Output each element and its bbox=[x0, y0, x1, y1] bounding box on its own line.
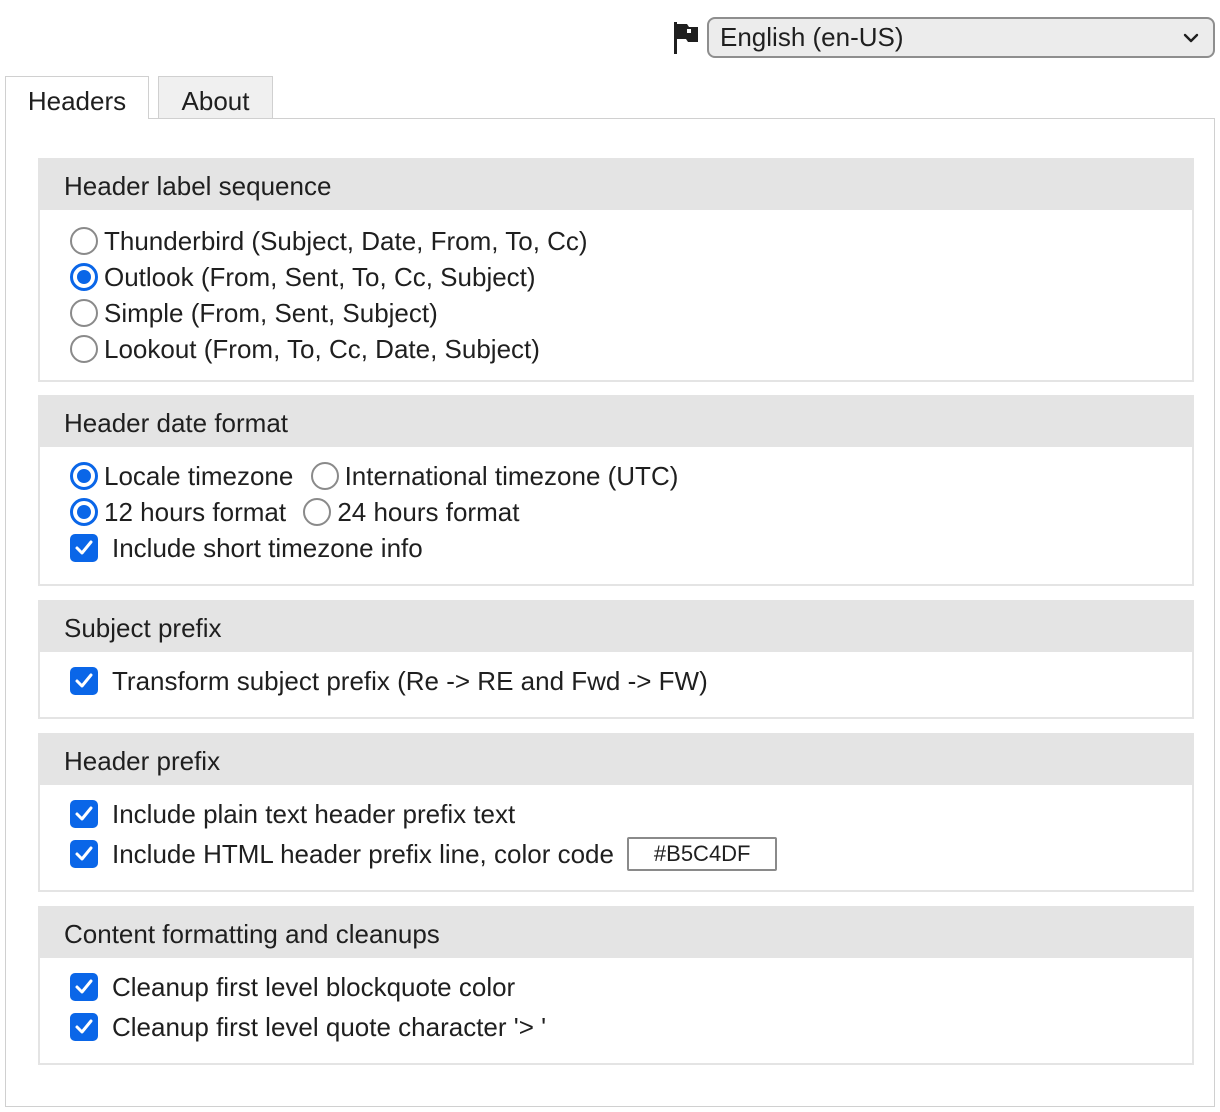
tab-headers[interactable]: Headers bbox=[5, 76, 149, 119]
radio-option-outlook[interactable]: Outlook (From, Sent, To, Cc, Subject) bbox=[70, 260, 536, 294]
radio-option-locale-timezone[interactable]: Locale timezone bbox=[70, 459, 293, 493]
radio-button[interactable] bbox=[310, 462, 339, 490]
headers-panel: Header label sequence Thunderbird (Subje… bbox=[5, 118, 1215, 1107]
radio-option-thunderbird[interactable]: Thunderbird (Subject, Date, From, To, Cc… bbox=[70, 224, 588, 258]
section-content-formatting: Content formatting and cleanups Cleanup … bbox=[38, 906, 1194, 1065]
checkmark-icon bbox=[75, 979, 93, 994]
chevron-down-icon bbox=[1183, 33, 1199, 43]
radio-label: Simple (From, Sent, Subject) bbox=[104, 298, 438, 328]
section-title: Header label sequence bbox=[40, 160, 1192, 210]
checkbox-label: Include plain text header prefix text bbox=[112, 799, 516, 829]
radio-button[interactable] bbox=[70, 227, 98, 255]
radio-option-12-hours[interactable]: 12 hours format bbox=[70, 495, 286, 529]
radio-button[interactable] bbox=[70, 335, 98, 363]
section-date-format: Header date format Locale timezone Inter… bbox=[38, 395, 1194, 586]
radio-button-selected[interactable] bbox=[70, 263, 98, 291]
checkbox-checked[interactable] bbox=[70, 800, 98, 828]
checkbox-label: Cleanup first level blockquote color bbox=[112, 972, 516, 1002]
language-select-value: English (en-US) bbox=[720, 22, 904, 52]
language-select[interactable]: English (en-US) bbox=[707, 17, 1215, 58]
checkbox-short-timezone[interactable]: Include short timezone info bbox=[70, 531, 423, 565]
checkbox-checked[interactable] bbox=[70, 667, 98, 695]
checkbox-checked[interactable] bbox=[70, 534, 98, 562]
radio-button[interactable] bbox=[70, 299, 98, 327]
checkbox-plain-header-prefix[interactable]: Include plain text header prefix text bbox=[70, 797, 515, 831]
checkmark-icon bbox=[75, 1019, 93, 1034]
radio-label: Thunderbird (Subject, Date, From, To, Cc… bbox=[104, 226, 588, 256]
checkbox-cleanup-quote-char[interactable]: Cleanup first level quote character '> ' bbox=[70, 1010, 546, 1044]
checkbox-label: Include HTML header prefix line, color c… bbox=[112, 839, 614, 869]
radio-label: 24 hours format bbox=[337, 497, 520, 527]
section-title: Header date format bbox=[40, 397, 1192, 447]
checkmark-icon bbox=[75, 540, 93, 555]
section-title: Subject prefix bbox=[40, 602, 1192, 652]
radio-label: International timezone (UTC) bbox=[344, 461, 679, 491]
radio-button-selected[interactable] bbox=[70, 498, 98, 526]
radio-label: Outlook (From, Sent, To, Cc, Subject) bbox=[104, 262, 536, 292]
color-code-input[interactable] bbox=[627, 837, 778, 871]
radio-option-international-timezone[interactable]: International timezone (UTC) bbox=[310, 459, 679, 493]
checkbox-transform-subject-prefix[interactable]: Transform subject prefix (Re -> RE and F… bbox=[70, 664, 708, 698]
flag-icon bbox=[674, 22, 698, 54]
section-label-sequence: Header label sequence Thunderbird (Subje… bbox=[38, 158, 1194, 382]
section-subject-prefix: Subject prefix Transform subject prefix … bbox=[38, 600, 1194, 719]
checkmark-icon bbox=[75, 846, 93, 861]
checkbox-label: Transform subject prefix (Re -> RE and F… bbox=[112, 666, 708, 696]
checkbox-checked[interactable] bbox=[70, 840, 98, 868]
radio-label: 12 hours format bbox=[104, 497, 287, 527]
tab-about[interactable]: About bbox=[158, 76, 273, 122]
radio-option-simple[interactable]: Simple (From, Sent, Subject) bbox=[70, 296, 438, 330]
section-title: Header prefix bbox=[40, 735, 1192, 785]
radio-label: Locale timezone bbox=[104, 461, 294, 491]
section-header-prefix: Header prefix Include plain text header … bbox=[38, 733, 1194, 892]
checkbox-cleanup-blockquote[interactable]: Cleanup first level blockquote color bbox=[70, 970, 515, 1004]
checkbox-checked[interactable] bbox=[70, 1013, 98, 1041]
radio-button[interactable] bbox=[303, 498, 332, 526]
checkbox-label: Include short timezone info bbox=[112, 533, 423, 563]
radio-button-selected[interactable] bbox=[70, 462, 98, 490]
checkmark-icon bbox=[75, 806, 93, 821]
radio-option-lookout[interactable]: Lookout (From, To, Cc, Date, Subject) bbox=[70, 332, 540, 366]
radio-option-24-hours[interactable]: 24 hours format bbox=[303, 495, 519, 529]
radio-label: Lookout (From, To, Cc, Date, Subject) bbox=[104, 334, 540, 364]
checkmark-icon bbox=[75, 673, 93, 688]
checkbox-label: Cleanup first level quote character '> ' bbox=[112, 1012, 547, 1042]
checkbox-html-header-prefix[interactable]: Include HTML header prefix line, color c… bbox=[70, 837, 614, 871]
checkbox-checked[interactable] bbox=[70, 973, 98, 1001]
section-title: Content formatting and cleanups bbox=[40, 908, 1192, 958]
